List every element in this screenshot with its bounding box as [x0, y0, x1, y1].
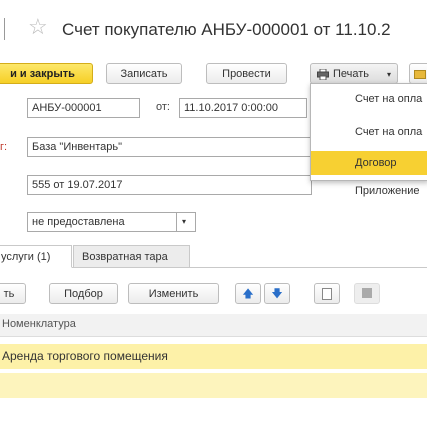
- paste-icon: [362, 288, 372, 298]
- copy-button[interactable]: [314, 283, 340, 304]
- folder-icon: [414, 70, 426, 79]
- tab-returnable-containers[interactable]: Возвратная тара: [73, 245, 190, 268]
- base-field[interactable]: База "Инвентарь": [27, 137, 312, 157]
- arrow-down-icon: 🡇: [271, 288, 283, 300]
- save-label: Записать: [120, 68, 168, 80]
- table-row-name: Аренда торгового помещения: [2, 349, 168, 363]
- date-label: от:: [156, 101, 170, 113]
- print-menu-item-invoice-2[interactable]: Счет на опла: [311, 120, 427, 144]
- post-button[interactable]: Провести: [206, 63, 287, 84]
- select-label: Подбор: [64, 288, 103, 300]
- add-row-label: ть: [3, 288, 15, 300]
- select-button[interactable]: Подбор: [49, 283, 118, 304]
- contract-field[interactable]: 555 от 19.07.2017: [27, 175, 312, 195]
- date-field[interactable]: 11.10.2017 0:00:00: [179, 98, 307, 118]
- print-dropdown-arrow-icon: ▾: [387, 70, 392, 79]
- move-down-button[interactable]: 🡇: [264, 283, 290, 304]
- table-row[interactable]: [0, 373, 427, 398]
- print-menu-item-invoice-1[interactable]: Счет на опла: [311, 87, 427, 111]
- save-button[interactable]: Записать: [106, 63, 182, 84]
- star-icon[interactable]: ☆: [28, 14, 48, 40]
- window-title: Счет покупателю АНБУ-000001 от 11.10.2: [62, 20, 391, 39]
- move-up-button[interactable]: 🡅: [235, 283, 261, 304]
- print-menu-item-contract[interactable]: Договор: [311, 151, 427, 175]
- save-and-close-button[interactable]: и и закрыть: [0, 63, 93, 84]
- tab-services-label: услуги (1): [1, 251, 51, 263]
- status-field[interactable]: не предоставлена: [27, 212, 177, 232]
- add-row-button[interactable]: ть: [0, 283, 26, 304]
- paste-button[interactable]: [354, 283, 380, 304]
- change-button[interactable]: Изменить: [128, 283, 219, 304]
- status-dropdown-button[interactable]: ▾: [176, 212, 196, 232]
- number-field[interactable]: АНБУ-000001: [27, 98, 140, 118]
- table-header: Номенклатура: [0, 314, 427, 337]
- print-menu: Счет на опла Счет на опла Договор Прилож…: [310, 83, 427, 197]
- base-label: г:: [0, 141, 8, 153]
- change-label: Изменить: [148, 288, 199, 300]
- window-edge: [4, 18, 5, 40]
- table-row[interactable]: Аренда торгового помещения: [0, 344, 427, 369]
- post-label: Провести: [222, 68, 271, 80]
- print-label: Печать: [333, 68, 370, 80]
- extra-toolbar-button[interactable]: [409, 63, 427, 84]
- tab-returnable-containers-label: Возвратная тара: [82, 251, 168, 263]
- save-and-close-label: и и закрыть: [10, 68, 75, 80]
- printer-icon: [317, 69, 329, 80]
- arrow-up-icon: 🡅: [242, 288, 254, 300]
- print-menu-item-appendix[interactable]: Приложение: [311, 179, 427, 203]
- tab-services[interactable]: услуги (1): [0, 245, 72, 268]
- copy-icon: [322, 288, 332, 300]
- column-header-nomenclature: Номенклатура: [2, 318, 76, 330]
- print-button[interactable]: Печать ▾: [310, 63, 398, 84]
